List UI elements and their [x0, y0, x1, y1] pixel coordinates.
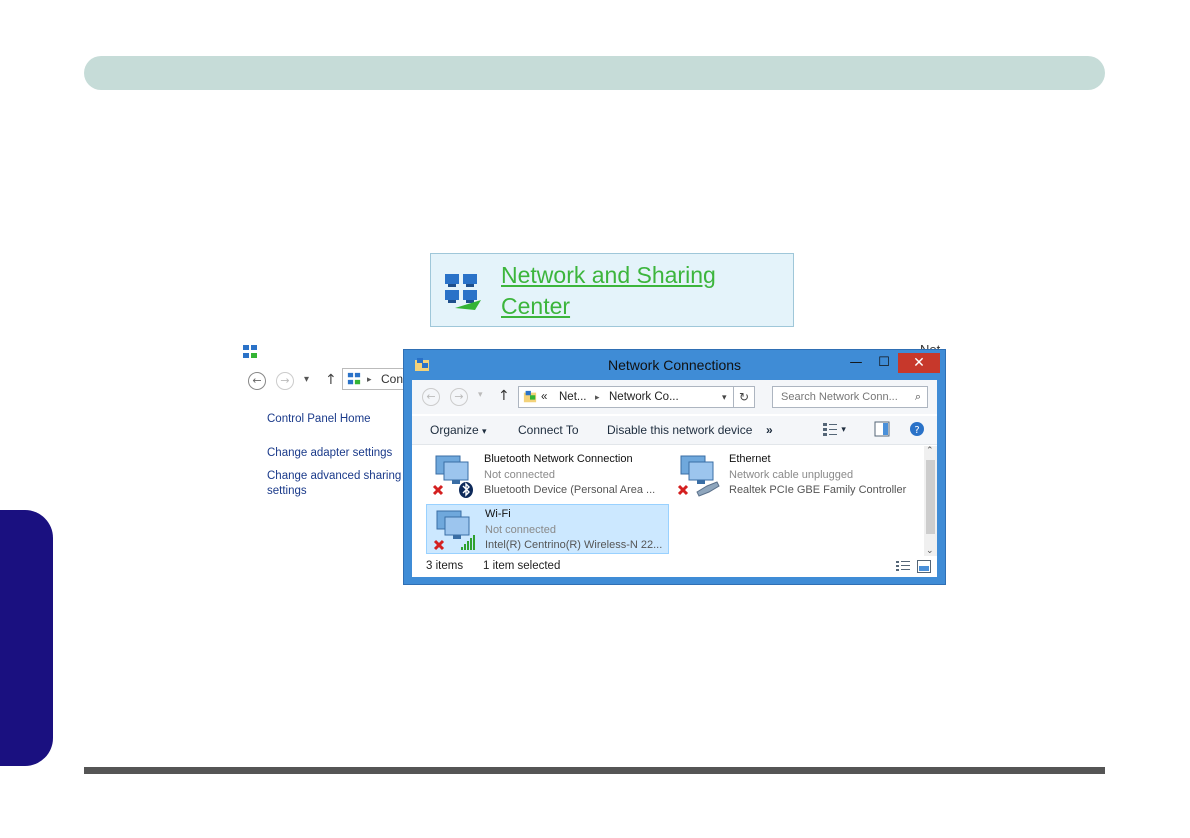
- status-bar: 3 items 1 item selected: [412, 556, 937, 577]
- window-title-bar[interactable]: Network Connections — ☐ ✕: [404, 350, 945, 380]
- connection-name: Ethernet: [729, 453, 771, 465]
- back-icon[interactable]: ←: [422, 388, 440, 406]
- address-crumb-network-connections[interactable]: Network Co...: [609, 387, 679, 407]
- forward-icon[interactable]: →: [276, 372, 294, 390]
- address-bar[interactable]: « Net... ▸ Network Co... ▾: [518, 386, 734, 408]
- window-body: ← → ▾ ↑ « Net... ▸ Network Co... ▾ ↻ Sea…: [412, 380, 937, 577]
- bluetooth-network-icon: [432, 455, 473, 498]
- preview-pane-button[interactable]: [874, 421, 890, 440]
- item-count: 3 items: [426, 560, 464, 572]
- command-bar: Organize ▾ Connect To Disable this netwo…: [412, 416, 937, 445]
- connection-device: Realtek PCIe GBE Family Controller: [729, 484, 907, 496]
- organize-menu[interactable]: Organize ▾: [430, 423, 487, 437]
- connection-name: Wi-Fi: [485, 508, 511, 520]
- control-panel-address[interactable]: ▸ Con: [342, 368, 412, 390]
- item-text: Bluetooth Network Connection Not connect…: [484, 452, 655, 499]
- ethernet-network-icon: [677, 455, 720, 497]
- details-view-icon[interactable]: [896, 560, 910, 573]
- page-header-bar: [84, 56, 1105, 90]
- scrollbar-thumb[interactable]: [926, 460, 935, 534]
- scroll-up-icon[interactable]: ⌃: [926, 446, 934, 456]
- large-icons-view-icon[interactable]: [917, 560, 931, 573]
- details-view-icon: [823, 423, 837, 436]
- address-dropdown-icon[interactable]: ▾: [722, 387, 727, 407]
- maximize-button[interactable]: ☐: [870, 353, 898, 373]
- network-sharing-center-callout: Network and Sharing Center: [430, 253, 794, 327]
- address-overflow-chevron[interactable]: «: [541, 387, 547, 407]
- vertical-scrollbar[interactable]: ⌃ ⌄: [924, 446, 937, 556]
- connect-to-button[interactable]: Connect To: [518, 423, 579, 437]
- connection-device: Bluetooth Device (Personal Area ...: [484, 484, 656, 496]
- organize-label: Organize: [430, 423, 479, 437]
- preview-pane-icon: [874, 421, 890, 437]
- up-icon[interactable]: ↑: [325, 372, 337, 388]
- network-sharing-center-link[interactable]: Network and Sharing Center: [501, 260, 771, 322]
- nsc-link-line2: Center: [501, 293, 571, 319]
- disable-device-button[interactable]: Disable this network device: [607, 423, 752, 437]
- view-options-button[interactable]: ▾: [822, 421, 846, 437]
- connections-list: Bluetooth Network Connection Not connect…: [412, 446, 924, 556]
- connection-name: Bluetooth Network Connection: [484, 453, 633, 465]
- network-icon: [347, 372, 361, 385]
- search-icon[interactable]: ⌕: [915, 387, 921, 407]
- list-item-bluetooth[interactable]: Bluetooth Network Connection Not connect…: [426, 450, 669, 500]
- minimize-button[interactable]: —: [842, 353, 870, 373]
- side-chapter-tab: [0, 510, 53, 766]
- item-text: Wi-Fi Not connected Intel(R) Centrino(R)…: [485, 507, 662, 554]
- page-footer-rule: [84, 767, 1105, 774]
- address-crumb-network[interactable]: Net...: [559, 387, 586, 407]
- connection-device: Intel(R) Centrino(R) Wireless-N 22...: [485, 539, 663, 551]
- chevron-down-icon: ▾: [841, 424, 846, 435]
- network-sharing-icon: [445, 274, 481, 310]
- change-advanced-sharing-link-cont[interactable]: settings: [267, 484, 307, 499]
- wifi-network-icon: [433, 510, 475, 551]
- back-icon[interactable]: ←: [248, 372, 266, 390]
- connection-status: Not connected: [485, 523, 556, 536]
- control-panel-address-text: Con: [381, 372, 404, 386]
- list-item-ethernet[interactable]: Ethernet Network cable unplugged Realtek…: [671, 450, 914, 500]
- connection-status: Not connected: [484, 468, 555, 481]
- help-icon: ?: [910, 422, 924, 436]
- refresh-icon[interactable]: ↻: [733, 386, 755, 408]
- change-advanced-sharing-link[interactable]: Change advanced sharing: [267, 469, 401, 484]
- item-text: Ethernet Network cable unplugged Realtek…: [729, 452, 906, 499]
- recent-dropdown-icon[interactable]: ▾: [304, 374, 309, 385]
- up-icon[interactable]: ↑: [498, 388, 510, 404]
- close-button[interactable]: ✕: [898, 353, 940, 373]
- network-folder-icon: [523, 390, 537, 403]
- help-button[interactable]: ?: [909, 421, 925, 440]
- connection-status: Network cable unplugged: [729, 468, 854, 481]
- chevron-right-icon: ▸: [367, 374, 372, 384]
- network-icon: [243, 345, 257, 358]
- control-panel-home-link[interactable]: Control Panel Home: [267, 412, 371, 427]
- more-commands-button[interactable]: »: [766, 423, 773, 437]
- nsc-link-line1: Network and Sharing: [501, 262, 716, 288]
- scroll-down-icon[interactable]: ⌄: [926, 546, 934, 556]
- recent-dropdown-icon[interactable]: ▾: [478, 390, 483, 400]
- chevron-down-icon: ▾: [482, 426, 487, 436]
- network-connections-window: Network Connections — ☐ ✕ ← → ▾ ↑ « Net.…: [403, 349, 946, 585]
- svg-text:?: ?: [914, 425, 919, 436]
- change-adapter-settings-link[interactable]: Change adapter settings: [267, 446, 392, 461]
- search-placeholder: Search Network Conn...: [781, 391, 898, 403]
- address-separator: ▸: [595, 392, 600, 402]
- selection-count: 1 item selected: [483, 560, 561, 572]
- forward-icon[interactable]: →: [450, 388, 468, 406]
- search-input[interactable]: Search Network Conn... ⌕: [772, 386, 928, 408]
- navigation-bar: ← → ▾ ↑ « Net... ▸ Network Co... ▾ ↻ Sea…: [412, 380, 937, 414]
- list-item-wifi[interactable]: Wi-Fi Not connected Intel(R) Centrino(R)…: [426, 504, 669, 554]
